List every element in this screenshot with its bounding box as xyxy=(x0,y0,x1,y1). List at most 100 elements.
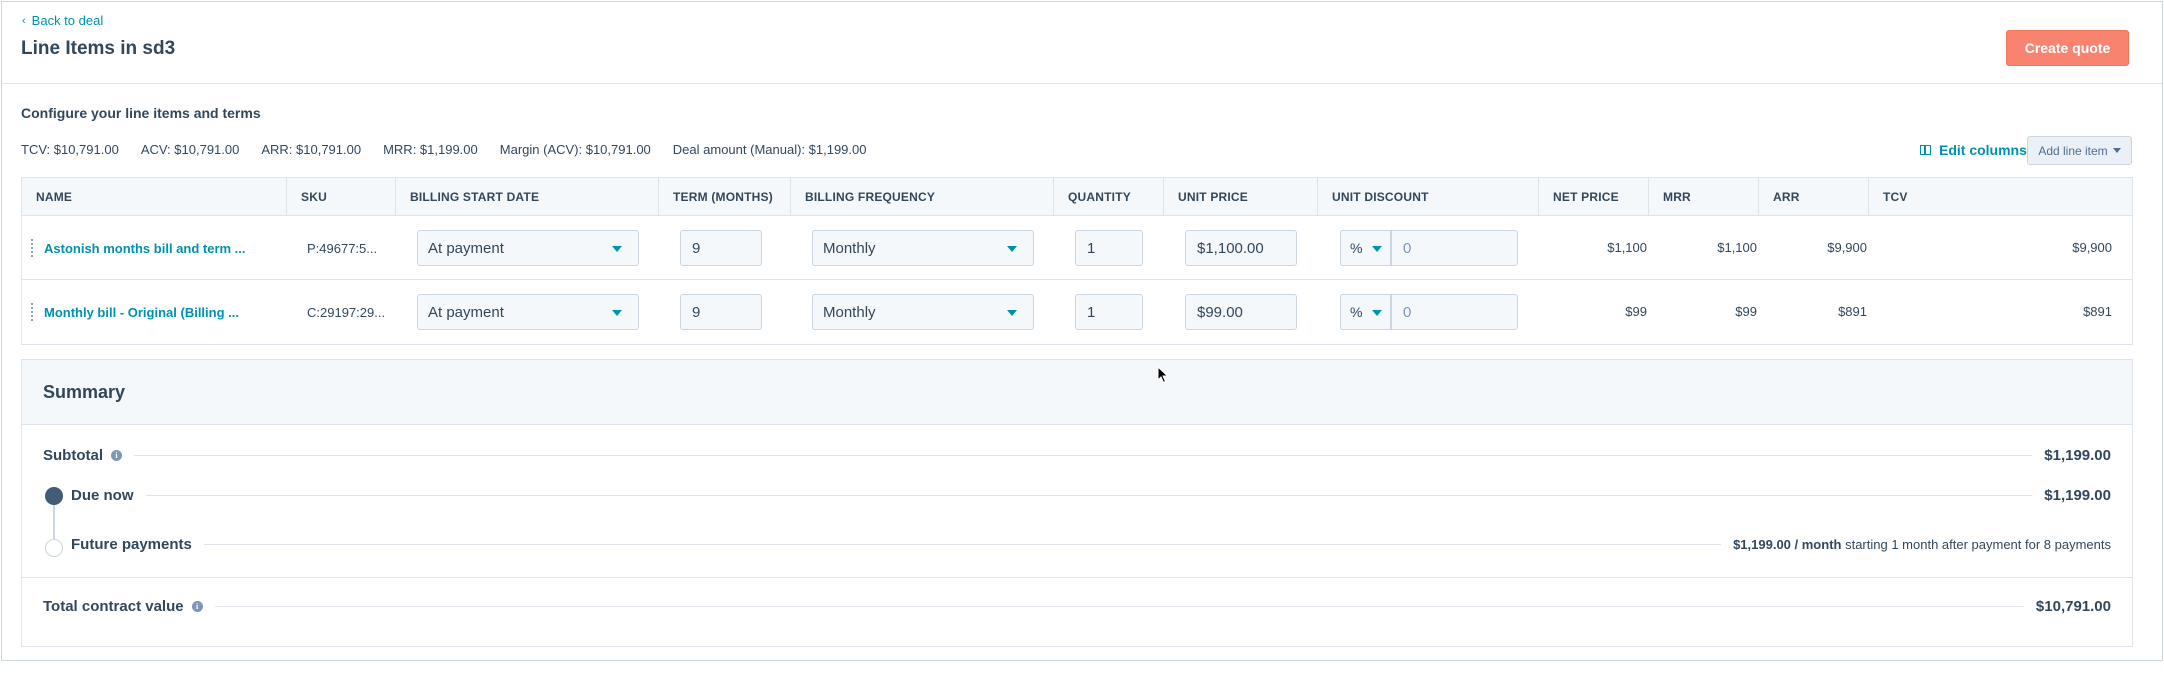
mouse-cursor-icon xyxy=(1157,366,1169,384)
caret-down-icon xyxy=(1007,310,1017,316)
discount-type-value: % xyxy=(1350,304,1363,320)
mrr-value: $99 xyxy=(1735,304,1757,319)
mrr-value: $1,100 xyxy=(1717,240,1757,255)
billing-frequency-value: Monthly xyxy=(823,239,876,257)
metric-mrr: MRR: $1,199.00 xyxy=(383,142,478,157)
total-contract-value-row: Total contract value i $10,791.00 xyxy=(43,595,2111,617)
leader-line xyxy=(145,494,2033,496)
sku-cell: P:49677:5... xyxy=(307,216,377,280)
timeline-dot-filled xyxy=(45,487,63,505)
arr-value: $9,900 xyxy=(1827,240,1867,255)
metric-arr: ARR: $10,791.00 xyxy=(261,142,362,157)
column-header-net-price[interactable]: NET PRICE xyxy=(1539,178,1649,216)
unit-price-input[interactable]: $99.00 xyxy=(1185,294,1297,330)
billing-frequency-value: Monthly xyxy=(823,303,876,321)
future-payments-row: Future payments $1,199.00 / month starti… xyxy=(71,533,2111,555)
column-header-billing-frequency[interactable]: BILLING FREQUENCY xyxy=(791,178,1054,216)
term-input[interactable]: 9 xyxy=(680,294,762,330)
info-icon[interactable]: i xyxy=(111,449,122,461)
column-header-billing-start-date[interactable]: BILLING START DATE xyxy=(396,178,659,216)
deal-metrics: TCV: $10,791.00 ACV: $10,791.00 ARR: $10… xyxy=(21,142,866,157)
billing-frequency-select[interactable]: Monthly xyxy=(812,294,1034,330)
metric-deal-amount: Deal amount (Manual): $1,199.00 xyxy=(672,142,867,157)
tcv-label: Total contract value xyxy=(43,597,184,615)
add-line-item-button[interactable]: Add line item xyxy=(2027,136,2132,165)
metric-tcv: TCV: $10,791.00 xyxy=(21,142,119,157)
name-cell: Monthly bill - Original (Billing ... xyxy=(44,280,239,344)
create-quote-button[interactable]: Create quote xyxy=(2006,30,2129,66)
column-header-quantity[interactable]: QUANTITY xyxy=(1054,178,1164,216)
due-now-row: Due now $1,199.00 xyxy=(71,484,2111,506)
billing-start-value: At payment xyxy=(428,239,504,257)
back-to-deal-label: Back to deal xyxy=(31,13,104,28)
timeline-connector xyxy=(53,505,55,539)
tcv-value: $891 xyxy=(2083,304,2112,319)
column-header-arr[interactable]: ARR xyxy=(1759,178,1869,216)
tcv-value: $9,900 xyxy=(2072,240,2112,255)
billing-start-select[interactable]: At payment xyxy=(417,294,639,330)
info-icon[interactable]: i xyxy=(191,600,203,612)
unit-discount-input[interactable]: 0 xyxy=(1391,230,1518,266)
caret-down-icon xyxy=(1372,246,1382,252)
edit-columns-label: Edit columns xyxy=(1939,142,2027,158)
columns-icon xyxy=(1920,145,1931,155)
billing-start-value: At payment xyxy=(428,303,504,321)
leader-line xyxy=(134,454,2033,456)
line-item-name-link[interactable]: Astonish months bill and term ... xyxy=(44,241,246,256)
caret-down-icon xyxy=(612,246,622,252)
sku-value: P:49677:5... xyxy=(307,240,378,256)
column-header-unit-discount[interactable]: UNIT DISCOUNT xyxy=(1318,178,1539,216)
configure-title: Configure your line items and terms xyxy=(21,105,261,121)
quantity-input[interactable]: 1 xyxy=(1075,230,1143,266)
due-now-value: $1,199.00 xyxy=(2044,486,2111,504)
subtotal-value: $1,199.00 xyxy=(2044,446,2111,464)
due-now-label: Due now xyxy=(71,486,134,504)
leader-line xyxy=(214,605,2024,607)
back-to-deal-link[interactable]: ‹ Back to deal xyxy=(22,13,103,28)
caret-down-icon xyxy=(2112,148,2121,153)
column-header-unit-price[interactable]: UNIT PRICE xyxy=(1164,178,1318,216)
column-header-name[interactable]: NAME xyxy=(22,178,287,216)
table-row: Monthly bill - Original (Billing ... C:2… xyxy=(22,280,2132,344)
column-header-term[interactable]: TERM (MONTHS) xyxy=(659,178,791,216)
metric-acv: ACV: $10,791.00 xyxy=(140,142,240,157)
summary-panel: Summary Subtotal i $1,199.00 Due now $1,… xyxy=(21,359,2133,647)
page-header: ‹ Back to deal Line Items in sd3 Create … xyxy=(2,2,2162,84)
subtotal-label-wrap: Subtotal i xyxy=(43,447,122,464)
summary-header: Summary xyxy=(22,360,2132,425)
future-payments-detail: starting 1 month after payment for 8 pay… xyxy=(1841,536,2111,552)
unit-discount-input[interactable]: 0 xyxy=(1391,294,1518,330)
future-payments-amount: $1,199.00 / month xyxy=(1733,536,1842,552)
column-header-mrr[interactable]: MRR xyxy=(1649,178,1759,216)
table-row: Astonish months bill and term ... P:4967… xyxy=(22,216,2132,280)
tcv-total-value: $10,791.00 xyxy=(2035,597,2111,615)
column-header-tcv[interactable]: TCV xyxy=(1869,178,2134,216)
sku-cell: C:29197:29... xyxy=(307,280,385,344)
leader-line xyxy=(203,543,1722,545)
term-input[interactable]: 9 xyxy=(680,230,762,266)
quantity-input[interactable]: 1 xyxy=(1075,294,1143,330)
billing-frequency-select[interactable]: Monthly xyxy=(812,230,1034,266)
line-item-name-link[interactable]: Monthly bill - Original (Billing ... xyxy=(44,305,239,320)
tcv-label-wrap: Total contract value i xyxy=(43,598,203,615)
metric-margin: Margin (ACV): $10,791.00 xyxy=(499,142,651,157)
chevron-left-icon: ‹ xyxy=(22,14,26,27)
caret-down-icon xyxy=(612,310,622,316)
billing-start-select[interactable]: At payment xyxy=(417,230,639,266)
subtotal-label: Subtotal xyxy=(43,446,103,464)
discount-type-select[interactable]: % xyxy=(1340,230,1391,266)
subtotal-row: Subtotal i $1,199.00 xyxy=(43,444,2111,466)
line-items-table: NAME SKU BILLING START DATE TERM (MONTHS… xyxy=(21,177,2133,345)
discount-type-value: % xyxy=(1350,240,1363,256)
drag-handle-icon[interactable] xyxy=(30,302,34,322)
net-price-value: $99 xyxy=(1625,304,1647,319)
net-price-value: $1,100 xyxy=(1607,240,1647,255)
discount-type-select[interactable]: % xyxy=(1340,294,1391,330)
future-payments-note: $1,199.00 / month starting 1 month after… xyxy=(1733,537,2111,552)
caret-down-icon xyxy=(1007,246,1017,252)
edit-columns-button[interactable]: Edit columns xyxy=(1920,142,2027,158)
column-header-sku[interactable]: SKU xyxy=(287,178,396,216)
future-payments-label: Future payments xyxy=(71,535,192,553)
unit-price-input[interactable]: $1,100.00 xyxy=(1185,230,1297,266)
drag-handle-icon[interactable] xyxy=(30,238,34,258)
